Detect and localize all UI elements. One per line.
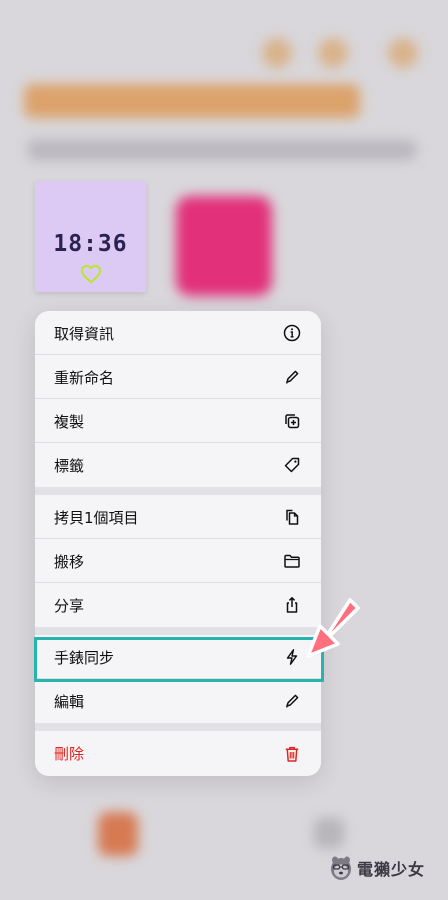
menu-item-delete[interactable]: 刪除 (35, 731, 321, 776)
menu-item-label: 取得資訊 (54, 324, 115, 343)
menu-item-share[interactable]: 分享 (35, 583, 321, 627)
menu-item-label: 分享 (54, 596, 85, 615)
menu-item-copy[interactable]: 拷貝1個項目 (35, 495, 321, 539)
menu-item-label: 拷貝1個項目 (54, 508, 139, 527)
pointer-arrow-icon (306, 598, 360, 658)
pencil-icon (283, 368, 301, 386)
bolt-icon (283, 648, 301, 666)
trash-icon (283, 745, 301, 763)
menu-item-label: 刪除 (54, 745, 85, 763)
context-menu: 取得資訊 重新命名 複製 標籤 拷貝1個項目 搬移 分享 手錶同步 編輯 刪除 (35, 311, 321, 776)
toolbar-button (262, 38, 292, 68)
watch-face-time: 18:36 (53, 231, 128, 257)
menu-item-label: 搬移 (54, 552, 85, 571)
folder-icon (283, 552, 301, 570)
watermark-text: 電獺少女 (357, 860, 426, 879)
watch-face-preview[interactable]: 18:36 (35, 181, 146, 292)
menu-item-label: 標籤 (54, 456, 85, 475)
watermark: 電獺少女 (329, 853, 425, 883)
share-icon (283, 596, 301, 614)
heart-icon (80, 264, 102, 284)
menu-section-divider (35, 723, 321, 731)
menu-item-rename[interactable]: 重新命名 (35, 355, 321, 399)
bottom-tab-blurred (314, 818, 344, 848)
menu-item-label: 手錶同步 (54, 648, 115, 667)
menu-item-tags[interactable]: 標籤 (35, 443, 321, 487)
pencil-icon (283, 692, 301, 710)
watch-face-thumbnail-blurred (176, 196, 272, 296)
toolbar-button (388, 38, 418, 68)
menu-item-sync-watch[interactable]: 手錶同步 (35, 635, 321, 679)
menu-item-edit[interactable]: 編輯 (35, 679, 321, 723)
menu-item-get-info[interactable]: 取得資訊 (35, 311, 321, 355)
tag-icon (283, 456, 301, 474)
menu-item-move[interactable]: 搬移 (35, 539, 321, 583)
menu-item-duplicate[interactable]: 複製 (35, 399, 321, 443)
menu-section-divider (35, 487, 321, 495)
menu-item-label: 複製 (54, 412, 85, 431)
page-title-blurred (24, 84, 360, 118)
duplicate-icon (283, 412, 301, 430)
copy-docs-icon (283, 508, 301, 526)
page-subtitle-blurred (28, 140, 416, 160)
otter-mascot-icon (331, 856, 351, 880)
menu-item-label: 編輯 (54, 692, 85, 711)
menu-item-label: 重新命名 (54, 368, 115, 387)
bottom-tab-blurred (98, 812, 138, 856)
menu-section-divider (35, 627, 321, 635)
info-icon (283, 324, 301, 342)
toolbar-button (318, 38, 348, 68)
